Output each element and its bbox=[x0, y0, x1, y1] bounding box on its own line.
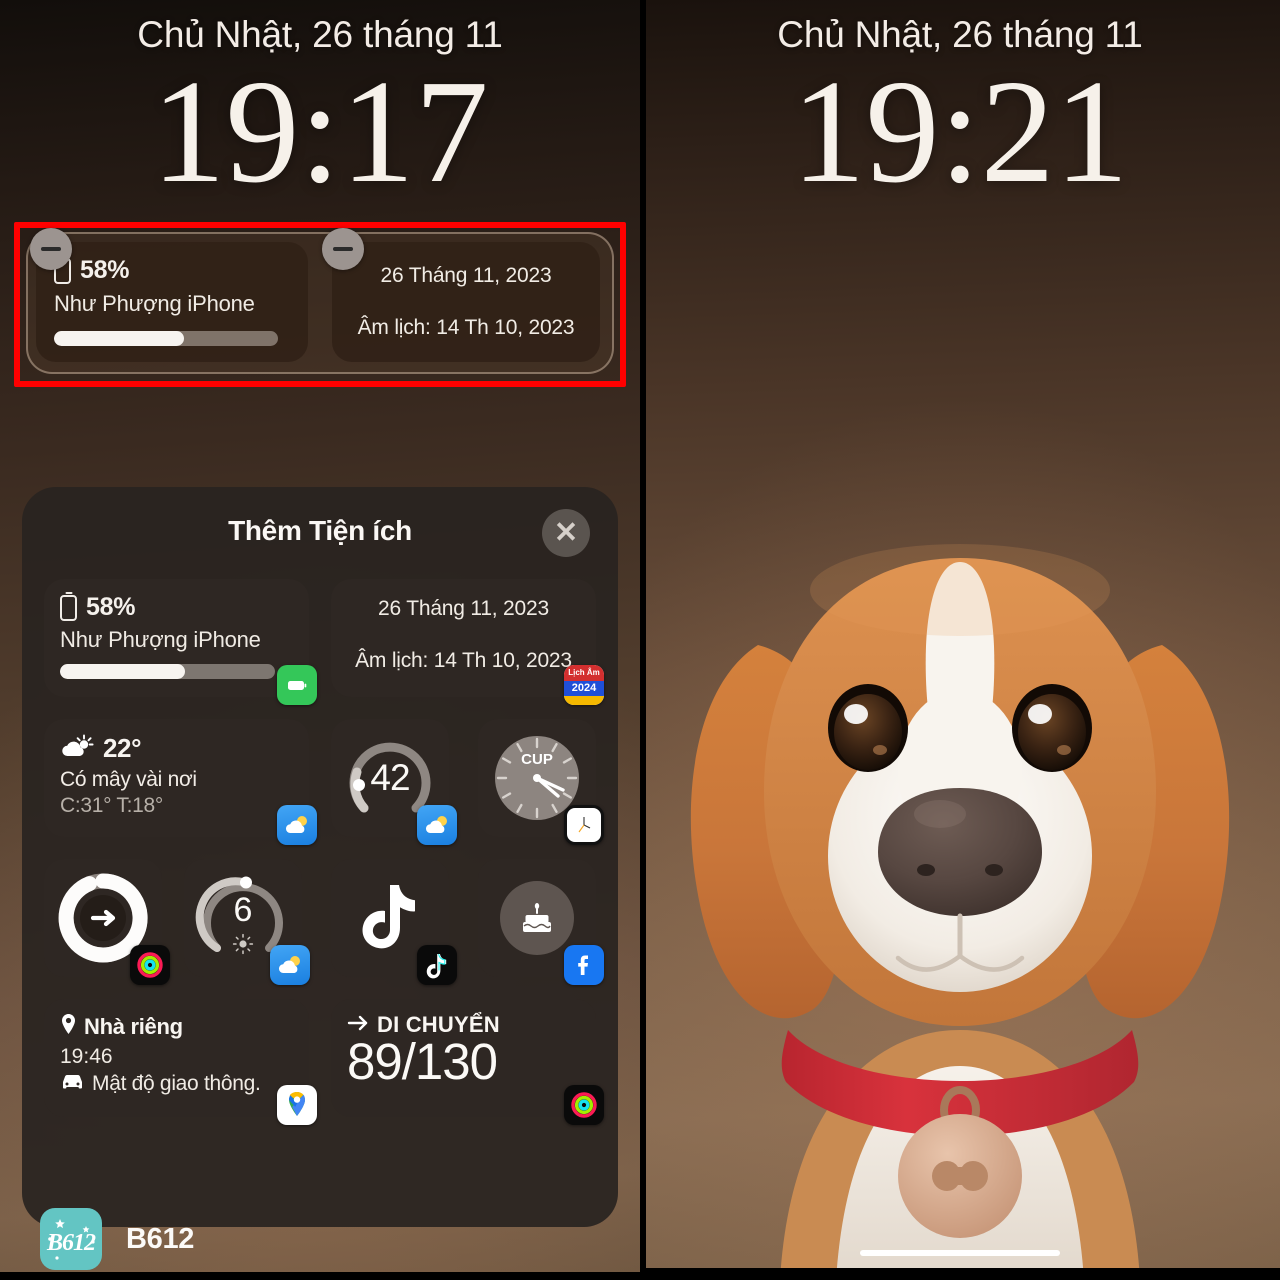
move-value: 89/130 bbox=[347, 1033, 498, 1090]
active-widget-battery[interactable]: 58% Như Phượng iPhone bbox=[36, 242, 308, 362]
gallery-widget-world-clock[interactable]: CUP bbox=[478, 719, 604, 845]
weather-app-badge-icon bbox=[270, 945, 310, 985]
panel-divider bbox=[640, 0, 646, 1280]
widget-gallery-grid: 58% Như Phượng iPhone 26 Tháng 11, 2023 … bbox=[44, 579, 604, 1139]
close-icon[interactable]: ✕ bbox=[542, 509, 590, 557]
location-pin-icon bbox=[60, 1013, 77, 1041]
widget-row-3: 6 bbox=[44, 859, 604, 999]
weather-app-badge-icon bbox=[277, 805, 317, 845]
active-widget-lunar-calendar[interactable]: 26 Tháng 11, 2023 Âm lịch: 14 Th 10, 202… bbox=[332, 242, 600, 362]
gallery-widget-air-quality[interactable]: 42 bbox=[331, 719, 457, 845]
calendar-date-line: 26 Tháng 11, 2023 bbox=[380, 264, 552, 287]
home-indicator[interactable] bbox=[860, 1250, 1060, 1256]
battery-row: 58% bbox=[54, 256, 292, 285]
fitness-app-badge-icon bbox=[130, 945, 170, 985]
weather-temp-row: 22° bbox=[60, 733, 295, 764]
screenshot-root: Chủ Nhật, 26 tháng 11 19:17 58% Như Phượ… bbox=[0, 0, 1280, 1280]
facebook-app-badge-icon bbox=[564, 945, 604, 985]
widget-row-4: Nhà riêng 19:46 Mật độ giao thông. DI CH… bbox=[44, 999, 604, 1139]
calendar-lunar-line: Âm lịch: 14 Th 10, 2023 bbox=[355, 649, 572, 672]
car-icon bbox=[60, 1072, 85, 1096]
battery-icon bbox=[60, 594, 77, 621]
maps-traffic-row: Mật độ giao thông. bbox=[60, 1072, 295, 1096]
remove-widget-battery-button[interactable] bbox=[30, 228, 72, 270]
widget-row-2: 22° Có mây vài nơi C:31° T:18° 42 CUP bbox=[44, 719, 604, 859]
battery-percent: 58% bbox=[86, 593, 136, 621]
lockscreen-time-left: 19:17 bbox=[151, 50, 489, 214]
left-lockscreen-edit-mode: Chủ Nhật, 26 tháng 11 19:17 58% Như Phượ… bbox=[0, 0, 640, 1280]
weather-app-badge-icon bbox=[417, 805, 457, 845]
gallery-widget-uv-index[interactable]: 6 bbox=[184, 859, 310, 985]
sheet-title: Thêm Tiện ích bbox=[228, 515, 412, 546]
add-widget-sheet: Thêm Tiện ích ✕ 58% Như Phượng iPhone 26… bbox=[22, 487, 618, 1227]
brightness-sun-icon bbox=[232, 933, 254, 960]
bottom-bar-left bbox=[0, 1272, 640, 1280]
partly-cloudy-icon bbox=[60, 734, 94, 763]
widget-row-1: 58% Như Phượng iPhone 26 Tháng 11, 2023 … bbox=[44, 579, 604, 719]
clock-app-badge-icon bbox=[564, 805, 604, 845]
gallery-widget-fitness-rings[interactable] bbox=[44, 859, 170, 985]
svg-text:CUP: CUP bbox=[521, 751, 553, 768]
calendar-date-line: 26 Tháng 11, 2023 bbox=[378, 597, 549, 620]
maps-place-name: Nhà riêng bbox=[84, 1014, 183, 1039]
battery-progress-fill bbox=[54, 331, 184, 346]
bottom-bar-right bbox=[640, 1268, 1280, 1280]
battery-app-badge-icon bbox=[277, 665, 317, 705]
lockscreen-time-right: 19:21 bbox=[791, 50, 1129, 214]
beagle-puppy-wallpaper-art bbox=[690, 544, 1230, 1280]
tiktok-app-badge-icon bbox=[417, 945, 457, 985]
battery-progress-fill bbox=[60, 664, 185, 679]
battery-progress-track bbox=[54, 331, 278, 346]
air-quality-value: 42 bbox=[370, 757, 410, 798]
battery-row: 58% bbox=[60, 593, 295, 622]
gallery-widget-battery[interactable]: 58% Như Phượng iPhone bbox=[44, 579, 317, 705]
badge-top-text: Lịch Âm bbox=[564, 665, 604, 681]
maps-traffic-text: Mật độ giao thông. bbox=[92, 1072, 261, 1095]
battery-progress-track bbox=[60, 664, 275, 679]
battery-device-name: Như Phượng iPhone bbox=[60, 627, 261, 652]
maps-place-row: Nhà riêng bbox=[60, 1013, 295, 1041]
gallery-widget-google-maps-home[interactable]: Nhà riêng 19:46 Mật độ giao thông. bbox=[44, 999, 317, 1125]
gallery-widget-lunar-calendar[interactable]: 26 Tháng 11, 2023 Âm lịch: 14 Th 10, 202… bbox=[331, 579, 604, 705]
calendar-app-badge-icon: Lịch Âm 2024 bbox=[564, 665, 604, 705]
sheet-header: Thêm Tiện ích ✕ bbox=[22, 487, 618, 575]
b612-app-label: B612 bbox=[126, 1222, 195, 1255]
fitness-app-badge-icon bbox=[564, 1085, 604, 1125]
gallery-widget-weather[interactable]: 22° Có mây vài nơi C:31° T:18° bbox=[44, 719, 317, 845]
svg-text:B612: B612 bbox=[46, 1230, 96, 1256]
battery-device-name: Như Phượng iPhone bbox=[54, 291, 255, 316]
calendar-lunar-line: Âm lịch: 14 Th 10, 2023 bbox=[357, 316, 575, 339]
badge-bottom-text: 2024 bbox=[564, 680, 604, 696]
gallery-widget-tiktok[interactable] bbox=[331, 859, 457, 985]
maps-eta: 19:46 bbox=[60, 1045, 113, 1068]
weather-temperature: 22° bbox=[103, 733, 142, 763]
gallery-widget-facebook-birthday[interactable] bbox=[478, 859, 604, 985]
weather-condition: Có mây vài nơi bbox=[60, 768, 197, 791]
gallery-widget-fitness-move[interactable]: DI CHUYỂN 89/130 bbox=[331, 999, 604, 1125]
maps-app-badge-icon bbox=[277, 1085, 317, 1125]
remove-widget-calendar-button[interactable] bbox=[322, 228, 364, 270]
weather-high-low: C:31° T:18° bbox=[60, 794, 164, 817]
battery-percent: 58% bbox=[80, 256, 130, 284]
uv-value: 6 bbox=[233, 891, 253, 929]
app-shortcut-b612[interactable]: B612 B612 bbox=[40, 1208, 194, 1270]
right-lockscreen: Chủ Nhật, 26 tháng 11 19:21 57% Như Phượ… bbox=[640, 0, 1280, 1280]
b612-app-icon: B612 bbox=[40, 1208, 102, 1270]
